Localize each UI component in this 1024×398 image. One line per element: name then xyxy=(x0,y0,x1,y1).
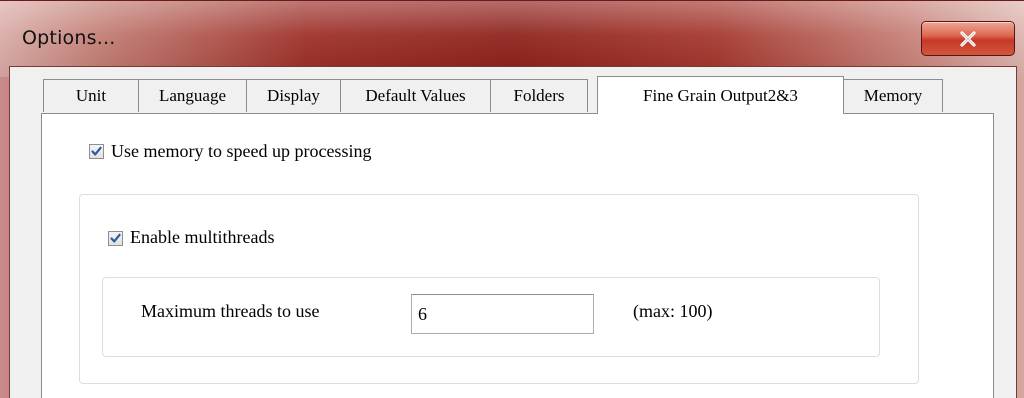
close-button[interactable] xyxy=(921,21,1015,56)
tab-language[interactable]: Language xyxy=(138,79,247,112)
memory-tab-panel: Use memory to speed up processing Enable… xyxy=(41,113,994,398)
tab-fine-grain-output[interactable]: Fine Grain Output2&3 xyxy=(597,76,844,114)
tab-display[interactable]: Display xyxy=(246,79,341,112)
multithread-group: Enable multithreads Maximum threads to u… xyxy=(79,194,919,384)
thread-settings-group: Maximum threads to use (max: 100) xyxy=(102,277,880,357)
close-icon xyxy=(960,30,976,47)
max-threads-label: Maximum threads to use xyxy=(141,301,320,321)
use-memory-label: Use memory to speed up processing xyxy=(111,141,372,161)
tab-folders[interactable]: Folders xyxy=(490,79,588,112)
enable-multithreads-label: Enable multithreads xyxy=(130,227,275,247)
enable-multithreads-checkbox[interactable] xyxy=(108,231,123,246)
tab-default-values[interactable]: Default Values xyxy=(340,79,491,112)
dialog-client-area: Unit Language Display Default Values Fol… xyxy=(9,66,1017,398)
tab-memory[interactable]: Memory xyxy=(843,79,943,112)
options-dialog: Options... Unit Language Display Default… xyxy=(0,0,1024,398)
window-title: Options... xyxy=(22,27,116,49)
max-threads-input[interactable] xyxy=(411,294,594,334)
checkmark-icon xyxy=(110,233,121,243)
checkmark-icon xyxy=(91,146,102,156)
tab-unit[interactable]: Unit xyxy=(43,79,139,112)
max-threads-hint: (max: 100) xyxy=(633,301,713,321)
use-memory-checkbox[interactable] xyxy=(89,144,104,159)
